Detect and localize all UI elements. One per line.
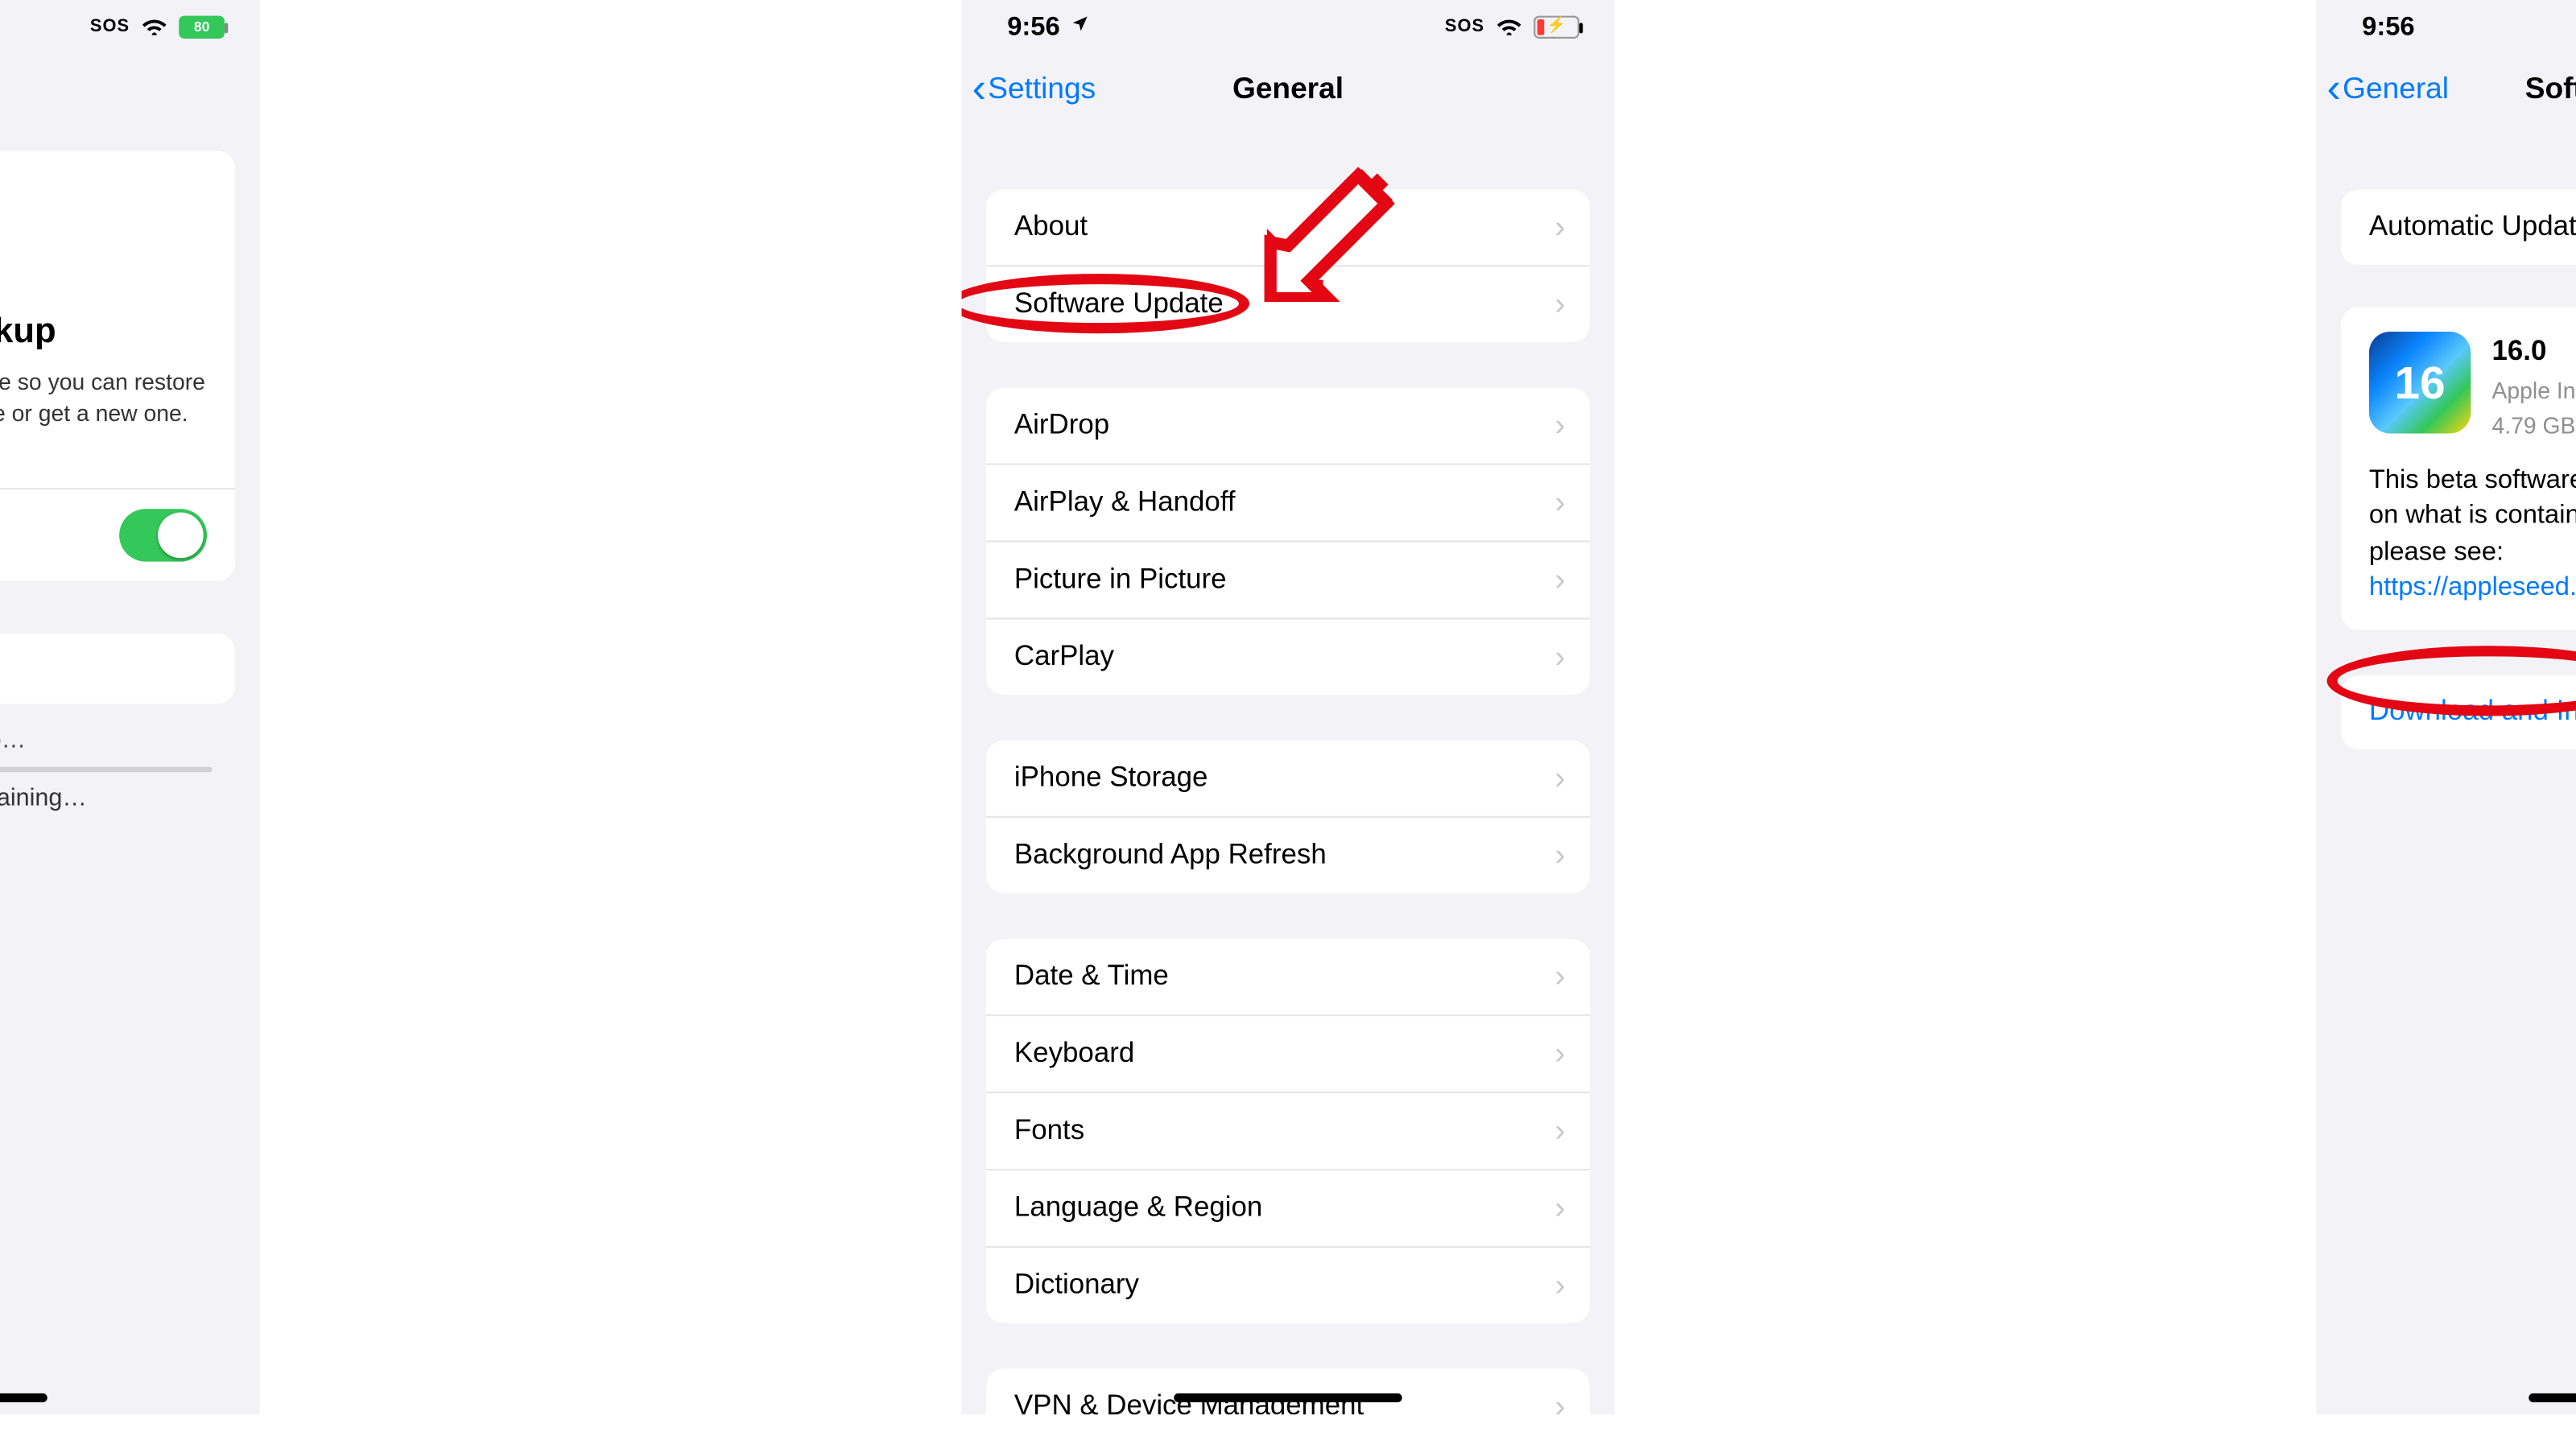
download-install-button[interactable]: Download and Install <box>2341 675 2576 749</box>
update-size: 4.79 GB <box>2491 408 2576 443</box>
backup-progress-bar <box>0 766 213 772</box>
chevron-right-icon: › <box>1554 958 1565 995</box>
cancel-backup-button[interactable]: Cancel Backup <box>0 633 235 703</box>
settings-row-background-app-refresh[interactable]: Background App Refresh › <box>986 816 1590 894</box>
settings-group: Date & Time›Keyboard›Fonts›Language & Re… <box>986 939 1590 1323</box>
row-label: Fonts <box>1014 1115 1084 1146</box>
sos-indicator: SOS <box>1445 17 1484 36</box>
learn-more-link[interactable]: Learn more… <box>0 432 3 459</box>
download-install-card: Download and Install <box>2341 675 2576 749</box>
chevron-right-icon: › <box>1554 639 1565 676</box>
home-indicator[interactable] <box>1174 1393 1402 1402</box>
toggle-switch[interactable] <box>119 508 207 560</box>
settings-row-vpn-device-management[interactable]: VPN & Device Management› <box>986 1368 1590 1414</box>
auto-updates-label: Automatic Updates <box>2369 212 2576 243</box>
chevron-right-icon: › <box>1554 760 1565 797</box>
update-version: 16.0 <box>2491 332 2576 374</box>
update-vendor: Apple Inc. <box>2491 374 2576 408</box>
settings-group: iPhone Storage › Background App Refresh › <box>986 741 1590 894</box>
hero-title: iCloud Backup <box>0 312 207 353</box>
status-bar: 9:56 SOS ⚡ <box>2316 0 2576 52</box>
settings-row-about[interactable]: About › <box>986 189 1590 265</box>
chevron-right-icon: › <box>1554 407 1565 444</box>
chevron-right-icon: › <box>1554 1113 1565 1150</box>
status-bar: 9:56 SOS ⚡ <box>962 0 1615 52</box>
chevron-right-icon: › <box>1554 1267 1565 1304</box>
row-label: Keyboard <box>1014 1038 1134 1069</box>
row-label: Background App Refresh <box>1014 840 1327 871</box>
backup-progress-area: Backing Up… Estimating time remaining… <box>0 703 235 831</box>
sos-indicator: SOS <box>90 17 130 36</box>
cancel-backup-card: Cancel Backup <box>0 633 235 703</box>
chevron-right-icon: › <box>1554 1190 1565 1227</box>
settings-group: VPN & Device Management› <box>986 1368 1590 1414</box>
settings-row-airdrop[interactable]: AirDrop › <box>986 388 1590 464</box>
row-label: Software Update <box>1014 289 1224 320</box>
home-indicator[interactable] <box>2529 1393 2576 1402</box>
chevron-right-icon: › <box>1554 1035 1565 1072</box>
ios16-icon: 16 <box>2369 332 2471 433</box>
back-button[interactable]: ‹ General <box>2327 52 2449 126</box>
row-label: AirPlay & Handoff <box>1014 487 1236 518</box>
status-time: 9:56 <box>2362 11 2414 41</box>
row-label: About <box>1014 212 1088 243</box>
battery-icon: 80 <box>179 15 225 38</box>
update-info-card: 16 16.0 Apple Inc. 4.79 GB This beta sof… <box>2341 308 2576 630</box>
chevron-left-icon: ‹ <box>2327 68 2341 110</box>
settings-row-iphone-storage[interactable]: iPhone Storage › <box>986 741 1590 816</box>
settings-row-picture-in-picture[interactable]: Picture in Picture › <box>986 540 1590 617</box>
settings-row-airplay-handoff[interactable]: AirPlay & Handoff › <box>986 464 1590 541</box>
nav-bar: ‹ General Software Update <box>2316 52 2576 126</box>
chevron-right-icon: › <box>1554 837 1565 874</box>
settings-group: AirDrop›AirPlay & Handoff›Picture in Pic… <box>986 388 1590 696</box>
home-indicator[interactable] <box>0 1393 47 1402</box>
settings-row-language-region[interactable]: Language & Region › <box>986 1169 1590 1246</box>
backup-toggle-row[interactable]: Back Up This iPhone <box>0 489 235 580</box>
update-description: This beta software is now available. For… <box>2369 464 2576 606</box>
nav-bar: ‹ Settings General <box>962 52 1615 126</box>
row-label: iPhone Storage <box>1014 762 1208 794</box>
screen-software-update: 9:56 SOS ⚡ ‹ General Software Update Aut… <box>2316 0 2576 1414</box>
page-title: General <box>1232 72 1344 107</box>
back-button[interactable]: ‹ Settings <box>972 52 1096 126</box>
wifi-icon <box>1495 12 1523 40</box>
backing-up-label: Backing Up… <box>0 724 26 752</box>
wifi-icon <box>140 12 168 40</box>
chevron-right-icon: › <box>1554 1388 1565 1414</box>
automatic-updates-row[interactable]: Automatic Updates On › <box>2341 189 2576 265</box>
row-label: Language & Region <box>1014 1192 1262 1224</box>
settings-row-date-time[interactable]: Date & Time › <box>986 939 1590 1014</box>
icloud-backup-card: iCloud Backup Automatically back up your… <box>0 151 235 580</box>
chevron-left-icon: ‹ <box>972 68 986 110</box>
estimate-label: Estimating time remaining… <box>0 782 221 810</box>
location-icon <box>1071 14 1090 39</box>
readme-link[interactable]: https://appleseed.apple.com/readme/ios16 <box>2369 572 2576 601</box>
screen-general-settings: 9:56 SOS ⚡ ‹ Settings General About›Soft… <box>962 0 1615 1414</box>
page-title: Software Update <box>2525 72 2576 107</box>
chevron-right-icon: › <box>1554 286 1565 323</box>
status-time: 9:56 <box>1007 11 1059 41</box>
status-bar: 10:55 SOS 80 <box>0 0 260 52</box>
row-label: AirDrop <box>1014 410 1109 441</box>
hero-text: Automatically back up your iPhone so you… <box>0 367 207 463</box>
row-label: CarPlay <box>1014 642 1114 673</box>
settings-row-software-update[interactable]: Software Update › <box>986 265 1590 342</box>
row-label: Picture in Picture <box>1014 564 1227 596</box>
back-label: Settings <box>988 72 1096 107</box>
battery-icon: ⚡ <box>1534 15 1579 38</box>
settings-group: About › Software Update › <box>986 189 1590 342</box>
settings-row-keyboard[interactable]: Keyboard › <box>986 1014 1590 1092</box>
settings-row-fonts[interactable]: Fonts › <box>986 1092 1590 1169</box>
settings-row-carplay[interactable]: CarPlay › <box>986 617 1590 695</box>
screen-icloud-backup: 10:55 SOS 80 ‹ iCloud Backup <box>0 0 260 1414</box>
row-label: Dictionary <box>1014 1269 1139 1301</box>
settings-row-dictionary[interactable]: Dictionary › <box>986 1246 1590 1323</box>
chevron-right-icon: › <box>1554 562 1565 599</box>
row-label: Date & Time <box>1014 961 1169 993</box>
chevron-right-icon: › <box>1554 208 1565 246</box>
chevron-right-icon: › <box>1554 485 1565 522</box>
nav-bar: ‹ iCloud Backup <box>0 52 260 126</box>
back-label: General <box>2343 72 2449 107</box>
